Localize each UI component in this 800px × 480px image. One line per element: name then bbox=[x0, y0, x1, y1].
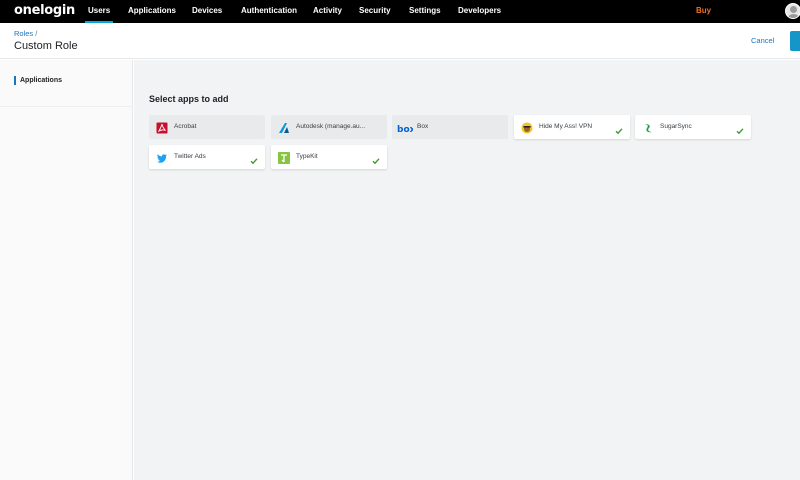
user-avatar-icon[interactable] bbox=[785, 3, 800, 19]
app-card-twitter-ads[interactable]: Twitter Ads bbox=[149, 145, 265, 169]
twitter-icon bbox=[156, 151, 168, 163]
app-name: Hide My Ass! VPN bbox=[539, 123, 593, 130]
typekit-icon bbox=[278, 151, 290, 164]
app-card-box[interactable]: box Box bbox=[392, 115, 508, 139]
nav-item-security[interactable]: Security bbox=[359, 0, 391, 23]
nav-item-developers[interactable]: Developers bbox=[458, 0, 501, 23]
app-name: TypeKit bbox=[296, 153, 318, 160]
sidebar-item-applications[interactable]: Applications bbox=[0, 71, 133, 107]
main-content: Select apps to add Acrobat Autodesk (man… bbox=[134, 60, 800, 480]
app-card-acrobat[interactable]: Acrobat bbox=[149, 115, 265, 139]
app-name: SugarSync bbox=[660, 123, 692, 130]
box-icon: box bbox=[397, 121, 416, 135]
acrobat-icon bbox=[156, 121, 168, 134]
nav-item-authentication[interactable]: Authentication bbox=[241, 0, 297, 23]
app-name: Twitter Ads bbox=[174, 153, 206, 160]
buy-link[interactable]: Buy bbox=[696, 0, 711, 23]
section-title: Select apps to add bbox=[149, 94, 229, 104]
autodesk-icon bbox=[278, 121, 290, 133]
app-name: Acrobat bbox=[174, 123, 197, 130]
save-button[interactable] bbox=[790, 31, 800, 51]
sidebar-item-label: Applications bbox=[20, 77, 63, 84]
app-card-hide-my-ass-vpn[interactable]: Hide My Ass! VPN bbox=[514, 115, 630, 139]
sidebar: Applications bbox=[0, 60, 133, 480]
breadcrumb-separator: / bbox=[35, 29, 38, 38]
nav-item-settings[interactable]: Settings bbox=[409, 0, 441, 23]
nav-item-users[interactable]: Users bbox=[85, 0, 114, 23]
check-icon bbox=[615, 122, 623, 135]
app-name: Box bbox=[417, 123, 429, 130]
check-icon bbox=[250, 152, 258, 165]
breadcrumb: Roles / bbox=[14, 29, 37, 38]
cancel-button[interactable]: Cancel bbox=[751, 36, 774, 45]
check-icon bbox=[372, 152, 380, 165]
check-icon bbox=[736, 122, 744, 135]
page-title: Custom Role bbox=[14, 40, 78, 52]
active-indicator bbox=[14, 76, 16, 85]
svg-text:box: box bbox=[397, 125, 413, 134]
top-navigation-bar: onelogin Users Applications Devices Auth… bbox=[0, 0, 800, 23]
app-card-sugarsync[interactable]: SugarSync bbox=[635, 115, 751, 139]
app-card-autodesk[interactable]: Autodesk (manage.au... bbox=[271, 115, 387, 139]
breadcrumb-roles-link[interactable]: Roles bbox=[14, 29, 33, 38]
nav-item-activity[interactable]: Activity bbox=[313, 0, 342, 23]
onelogin-logo[interactable]: onelogin bbox=[14, 3, 75, 18]
app-card-typekit[interactable]: TypeKit bbox=[271, 145, 387, 169]
sugarsync-icon bbox=[642, 121, 654, 133]
hidemyass-icon bbox=[521, 121, 533, 134]
page-header: Roles / Custom Role Cancel bbox=[0, 23, 800, 59]
nav-item-applications[interactable]: Applications bbox=[128, 0, 176, 23]
nav-item-devices[interactable]: Devices bbox=[192, 0, 222, 23]
app-name: Autodesk (manage.au... bbox=[296, 123, 366, 130]
